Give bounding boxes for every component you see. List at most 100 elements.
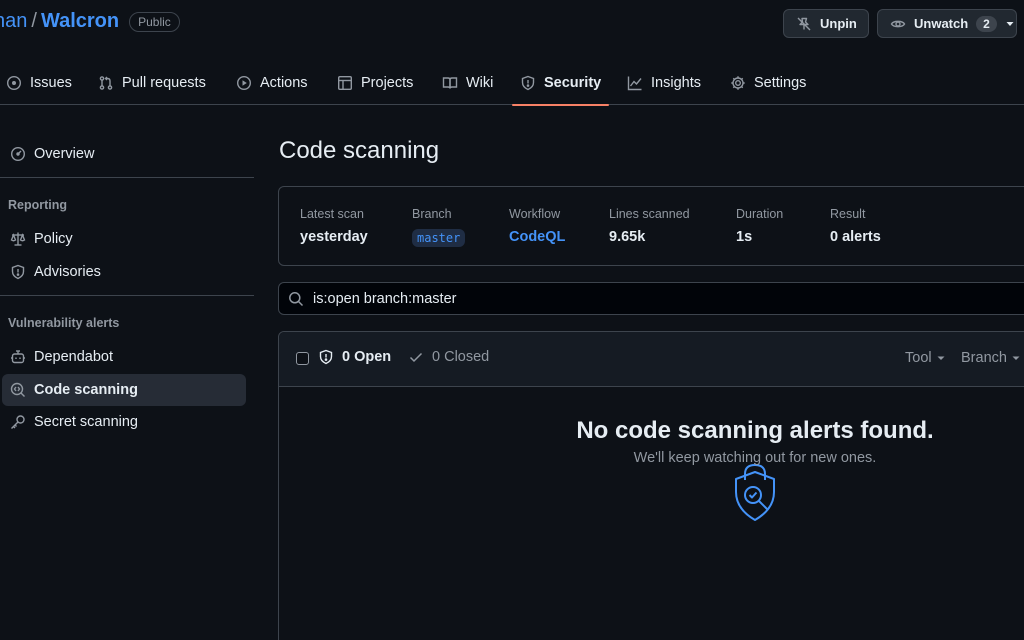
tool-filter-label: Tool [905, 350, 932, 366]
sidebar-item-label: Code scanning [34, 382, 138, 398]
scan-workflow: Workflow CodeQL [509, 207, 565, 245]
page-title: Code scanning [279, 137, 440, 164]
select-all-checkbox[interactable] [296, 352, 309, 365]
tab-settings-label: Settings [754, 74, 807, 91]
shield-lock-icon [733, 462, 777, 524]
sidebar-item-label: Policy [34, 231, 73, 247]
sidebar-item-label: Advisories [34, 264, 101, 280]
scan-value: 9.65k [609, 229, 646, 245]
open-count-label: 0 Open [342, 349, 392, 365]
graph-icon [627, 75, 643, 91]
scan-value: yesterday [300, 229, 368, 245]
triangle-down-icon[interactable] [1005, 19, 1015, 29]
dependabot-icon [10, 349, 26, 365]
unpin-label: Unpin [820, 16, 857, 31]
repo-header: nan / Walcron Public Unpin Unwatch 2 [0, 0, 1024, 50]
repo-name-link[interactable]: Walcron [41, 10, 119, 33]
search-input[interactable] [313, 290, 913, 307]
key-icon [10, 414, 26, 430]
tab-wiki-label: Wiki [466, 74, 494, 91]
empty-state-subtitle: We'll keep watching out for new ones. [633, 450, 877, 466]
check-icon [408, 349, 424, 365]
scan-label: Branch [412, 207, 452, 221]
tab-projects[interactable]: Projects [337, 60, 413, 105]
branch-filter-label: Branch [961, 350, 1007, 366]
repo-owner-link[interactable]: nan [0, 10, 27, 33]
sidebar-heading-vulnerability-alerts: Vulnerability alerts [8, 316, 120, 330]
closed-filter[interactable]: 0 Closed [408, 349, 489, 365]
scan-label: Workflow [509, 207, 561, 221]
play-icon [236, 75, 252, 91]
closed-count-label: 0 Closed [432, 349, 490, 365]
sidebar-item-policy[interactable]: Policy [2, 223, 246, 255]
open-filter[interactable]: 0 Open [318, 349, 391, 365]
workflow-link[interactable]: CodeQL [509, 229, 565, 245]
unwatch-label: Unwatch [914, 16, 969, 31]
gear-icon [730, 75, 746, 91]
book-icon [442, 75, 458, 91]
tab-pull-requests[interactable]: Pull requests [98, 60, 206, 105]
unwatch-button[interactable]: Unwatch 2 [877, 9, 1017, 38]
scan-label: Duration [736, 207, 784, 221]
tab-insights[interactable]: Insights [627, 60, 701, 105]
shield-icon [520, 75, 536, 91]
scan-label: Latest scan [300, 207, 364, 221]
law-icon [10, 231, 26, 247]
visibility-badge: Public [129, 11, 180, 32]
scan-value: 0 alerts [830, 229, 881, 245]
search-icon [288, 291, 304, 307]
tab-projects-label: Projects [361, 74, 414, 91]
tab-issues-label: Issues [30, 74, 72, 91]
table-icon [337, 75, 353, 91]
watch-counter: 2 [976, 15, 997, 32]
tab-insights-label: Insights [651, 74, 701, 91]
tab-wiki[interactable]: Wiki [442, 60, 493, 105]
tab-security-label: Security [544, 74, 602, 91]
tab-issues[interactable]: Issues [6, 60, 72, 105]
sidebar-heading-reporting: Reporting [8, 198, 68, 212]
tab-security[interactable]: Security [511, 60, 610, 106]
sidebar-item-label: Secret scanning [34, 414, 138, 430]
scan-result: Result 0 alerts [830, 207, 881, 245]
alerts-list-header: 0 Open 0 Closed Tool Branch [279, 332, 1024, 387]
sidebar-divider [0, 295, 254, 296]
scan-label: Result [830, 207, 866, 221]
unpin-button[interactable]: Unpin [783, 9, 869, 38]
issue-opened-icon [6, 75, 22, 91]
scan-value: 1s [736, 229, 753, 245]
branch-filter-dropdown[interactable]: Branch [961, 350, 1021, 366]
eye-icon [890, 16, 906, 32]
scan-latest: Latest scan yesterday [300, 207, 368, 245]
codescan-icon [10, 382, 26, 398]
repo-separator: / [31, 10, 37, 32]
sidebar-item-secret-scanning[interactable]: Secret scanning [2, 406, 246, 438]
sidebar-item-code-scanning[interactable]: Code scanning [2, 374, 246, 406]
latest-scan-summary: Latest scan yesterday Branch master Work… [278, 186, 1024, 266]
sidebar-divider [0, 177, 254, 178]
shield-icon [10, 264, 26, 280]
repo-title: nan / Walcron Public [0, 10, 180, 33]
triangle-down-icon [1011, 353, 1021, 363]
sidebar-item-label: Dependabot [34, 349, 114, 365]
branch-pill[interactable]: master [412, 229, 466, 247]
scan-label: Lines scanned [609, 207, 690, 221]
tool-filter-dropdown[interactable]: Tool [905, 350, 946, 366]
scan-lines: Lines scanned 9.65k [609, 207, 690, 245]
pin-slash-icon [796, 16, 812, 32]
git-pull-request-icon [98, 75, 114, 91]
repo-nav-tabs: Issues Pull requests Actions Projects Wi… [0, 60, 1024, 106]
alerts-list: 0 Open 0 Closed Tool Branch No code scan… [278, 331, 1024, 640]
alert-search-bar[interactable] [278, 282, 1024, 315]
sidebar-item-dependabot[interactable]: Dependabot [2, 341, 246, 373]
scan-branch: Branch master [412, 207, 466, 247]
empty-state-title: No code scanning alerts found. [576, 417, 934, 444]
sidebar-item-overview[interactable]: Overview [2, 138, 246, 170]
tab-pull-requests-label: Pull requests [122, 74, 206, 91]
tab-settings[interactable]: Settings [730, 60, 806, 105]
tab-actions[interactable]: Actions [236, 60, 308, 105]
meter-icon [10, 146, 26, 162]
sidebar-item-advisories[interactable]: Advisories [2, 256, 246, 288]
triangle-down-icon [936, 353, 946, 363]
tab-actions-label: Actions [260, 74, 308, 91]
sidebar-item-label: Overview [34, 146, 95, 162]
